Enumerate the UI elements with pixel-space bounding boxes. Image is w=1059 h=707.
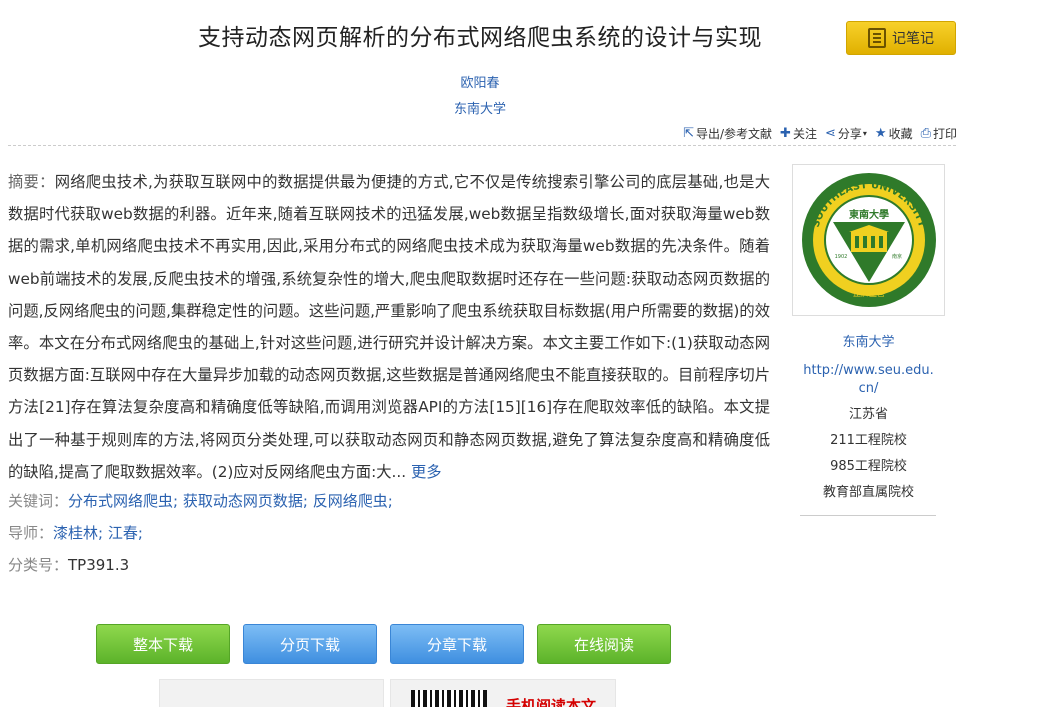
- follow-label: 关注: [792, 127, 817, 141]
- university-tag: 985工程院校: [830, 459, 907, 474]
- download-page-button[interactable]: 分页下载: [243, 624, 377, 664]
- export-button[interactable]: ⇱ 导出/参考文献: [683, 125, 772, 142]
- sidebar-divider: [800, 515, 936, 516]
- logo-year: 1902: [834, 254, 847, 260]
- thesis-title: 支持动态网页解析的分布式网络爬虫系统的设计与实现: [198, 25, 762, 51]
- university-logo[interactable]: 東南大學 1902 南京 止於至善 SOUTHEAST UNIVERSITY: [792, 164, 945, 316]
- tutor-link[interactable]: 漆桂林;: [53, 524, 103, 542]
- university-province: 江苏省: [848, 407, 888, 422]
- keyword-link[interactable]: 反网络爬虫;: [313, 492, 393, 510]
- take-note-button[interactable]: 记笔记: [846, 21, 956, 55]
- classification-value: TP391.3: [68, 556, 130, 574]
- printer-icon: ⎙: [920, 126, 931, 141]
- collect-label: 收藏: [888, 127, 913, 141]
- university-tag: 211工程院校: [830, 433, 907, 448]
- take-note-label: 记笔记: [892, 31, 934, 47]
- keyword-link[interactable]: 获取动态网页数据;: [183, 492, 308, 510]
- logo-city: 南京: [891, 253, 901, 260]
- header-divider: [8, 145, 956, 146]
- mobile-read-panel[interactable]: 手机阅读本文: [390, 679, 616, 707]
- abstract: 摘要：网络爬虫技术,为获取互联网中的数据提供最为便捷的方式,它不仅是传统搜索引擎…: [8, 166, 770, 488]
- follow-button[interactable]: ✚ 关注: [780, 125, 817, 142]
- keywords-row: 关键词：分布式网络爬虫; 获取动态网页数据; 反网络爬虫;: [8, 490, 393, 511]
- tutor-link[interactable]: 江春;: [108, 524, 143, 542]
- print-button[interactable]: ⎙ 打印: [921, 125, 957, 142]
- star-icon: ★: [874, 126, 887, 141]
- logo-center-text: 東南大學: [849, 208, 889, 221]
- collect-button[interactable]: ★ 收藏: [875, 125, 913, 142]
- download-full-button[interactable]: 整本下载: [96, 624, 230, 664]
- plus-icon: ✚: [780, 126, 791, 141]
- organization-link[interactable]: 东南大学: [380, 98, 580, 117]
- share-icon: ⋖: [824, 126, 836, 141]
- download-chapter-button[interactable]: 分章下载: [390, 624, 524, 664]
- classification-row: 分类号：TP391.3: [8, 554, 129, 575]
- keywords-label: 关键词：: [8, 492, 69, 510]
- author-link[interactable]: 欧阳春: [380, 72, 580, 91]
- mobile-read-label: 手机阅读本文: [506, 697, 597, 707]
- university-sidebar: 東南大學 1902 南京 止於至善 SOUTHEAST UNIVERSITY 东…: [792, 164, 945, 506]
- university-tag: 教育部直属院校: [822, 485, 914, 500]
- read-online-button[interactable]: 在线阅读: [537, 624, 671, 664]
- tutor-row: 导师：漆桂林; 江春;: [8, 522, 143, 543]
- export-icon: ⇱: [683, 126, 694, 141]
- abstract-more-link[interactable]: 更多: [411, 463, 442, 481]
- abstract-label: 摘要：: [8, 173, 55, 191]
- university-name-link[interactable]: 东南大学: [792, 330, 945, 356]
- classification-label: 分类号：: [8, 556, 69, 574]
- abstract-text: 网络爬虫技术,为获取互联网中的数据提供最为便捷的方式,它不仅是传统搜索引擎公司的…: [8, 173, 770, 481]
- file-info-panel: [159, 679, 384, 707]
- logo-motto: 止於至善: [853, 288, 885, 298]
- keyword-link[interactable]: 分布式网络爬虫;: [68, 492, 178, 510]
- notebook-icon: [868, 28, 886, 48]
- qr-code-icon: [411, 690, 487, 707]
- chevron-down-icon: ▾: [862, 129, 867, 138]
- university-url-link[interactable]: http://www.seu.edu.cn/: [792, 362, 945, 398]
- seal-icon: 東南大學 1902 南京 止於至善 SOUTHEAST UNIVERSITY: [801, 173, 936, 307]
- tutor-label: 导师：: [8, 524, 54, 542]
- share-button[interactable]: ⋖ 分享 ▾: [825, 125, 867, 142]
- export-label: 导出/参考文献: [696, 127, 773, 141]
- action-toolbar: ⇱ 导出/参考文献 ✚ 关注 ⋖ 分享 ▾ ★ 收藏 ⎙ 打印: [675, 125, 957, 142]
- share-label: 分享: [837, 127, 862, 141]
- university-info: 东南大学 http://www.seu.edu.cn/ 江苏省 211工程院校 …: [792, 330, 945, 506]
- print-label: 打印: [932, 127, 957, 141]
